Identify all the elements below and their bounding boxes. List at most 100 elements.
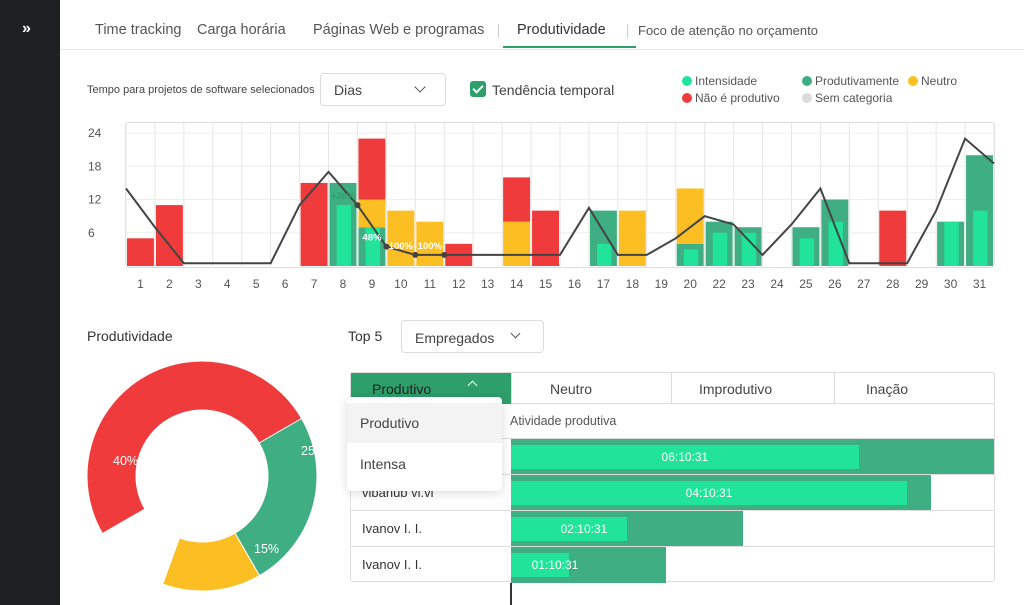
donut-slice-label: 25% <box>301 444 326 458</box>
activity-time: 04:10:31 <box>685 486 733 500</box>
sidebar: » <box>0 0 60 605</box>
donut-slice-label: 40% <box>113 454 138 468</box>
bar-intensidade <box>944 221 959 266</box>
x-tick-label: 9 <box>369 277 376 291</box>
main-content: Time tracking Carga horária Páginas Web … <box>60 0 1024 605</box>
text-cursor <box>510 583 512 605</box>
tab-time-tracking[interactable]: Time tracking <box>95 22 181 38</box>
trend-checkbox-label: Tendência temporal <box>492 82 615 98</box>
productivity-donut-chart: 40% 25% 15% <box>86 360 326 592</box>
x-tick-label: 13 <box>481 277 495 291</box>
y-tick-label: 6 <box>88 226 95 240</box>
x-tick-label: 3 <box>195 277 202 291</box>
activity-bar: 01:10:31 <box>511 547 666 583</box>
tab-carga-horaria[interactable]: Carga horária <box>197 22 286 38</box>
dropdown-item-intensa[interactable]: Intensa <box>347 444 502 484</box>
bar-nao-produtivo <box>358 138 386 200</box>
x-tick-label: 10 <box>394 277 408 291</box>
chevron-up-icon <box>467 380 478 391</box>
x-tick-label: 30 <box>944 277 958 291</box>
tab-neutro[interactable]: Neutro <box>512 373 672 404</box>
x-tick-label: 1 <box>137 277 144 291</box>
x-tick-label: 18 <box>626 277 640 291</box>
x-tick-label: 29 <box>915 277 929 291</box>
bar-nao-produtivo <box>503 177 531 222</box>
trend-annotation: 100% <box>418 241 443 252</box>
legend-dot <box>908 76 918 86</box>
column-header-atividade: Atividade produtiva <box>510 414 617 428</box>
x-tick-label: 31 <box>973 277 987 291</box>
tab-separator <box>498 24 499 38</box>
donut-slice-label: 15% <box>254 542 279 556</box>
tab-improdutivo[interactable]: Improdutivo <box>672 373 835 404</box>
x-tick-label: 25 <box>799 277 813 291</box>
y-tick-label: 24 <box>88 126 102 140</box>
table-row[interactable]: Ivanov I. I. 01:10:31 <box>351 546 994 583</box>
productivity-title: Produtividade <box>87 328 173 344</box>
x-tick-label: 20 <box>684 277 698 291</box>
trend-checkbox[interactable] <box>470 81 486 97</box>
chevron-down-icon <box>510 328 521 339</box>
trend-point <box>441 251 448 258</box>
group-select-value: Empregados <box>415 330 495 346</box>
group-select[interactable]: Empregados <box>401 320 544 353</box>
dropdown-item-produtivo[interactable]: Produtivo <box>347 403 502 443</box>
bar-nao-produtivo <box>879 210 907 266</box>
table-row[interactable]: Ivanov I. I. 02:10:31 <box>351 510 994 547</box>
x-tick-label: 12 <box>452 277 466 291</box>
legend-item-intensidade: Intensidade <box>682 74 757 88</box>
x-tick-label: 19 <box>655 277 669 291</box>
x-tick-label: 27 <box>857 277 871 291</box>
trend-annotation: 48% <box>362 233 382 244</box>
bar-intensidade <box>712 232 728 266</box>
legend-dot <box>682 93 692 103</box>
legend-dot <box>682 76 692 86</box>
trend-point <box>354 202 361 209</box>
bar-intensidade <box>336 205 352 266</box>
bar-neutro <box>387 210 415 266</box>
tab-inacao[interactable]: Inação <box>835 373 994 404</box>
chart-legend: Intensidade Produtivamente Neutro Não é … <box>682 74 1002 110</box>
legend-item-produtivamente: Produtivamente <box>802 74 899 88</box>
bar-intensidade <box>799 238 815 266</box>
x-tick-label: 7 <box>311 277 318 291</box>
bar-intensidade <box>597 243 612 266</box>
trend-annotation: 100% <box>389 241 414 252</box>
x-tick-label: 17 <box>597 277 611 291</box>
tab-produtividade[interactable]: Produtividade <box>517 22 606 38</box>
legend-item-sem-categoria: Sem categoria <box>802 91 892 105</box>
bar-neutro <box>503 221 531 266</box>
chevron-down-icon <box>414 81 426 93</box>
period-select[interactable]: Dias <box>320 73 446 106</box>
productivity-bar-chart: 61218241 2 3 4 5 6 7 8 9 10 11 12 13 14 15 16 17 18 19 20 22… <box>88 123 995 291</box>
bar-nao-produtivo <box>127 238 154 266</box>
employee-name: Ivanov I. I. <box>362 521 422 536</box>
trend-annotation: +20% <box>331 191 356 202</box>
x-tick-label: 26 <box>828 277 842 291</box>
x-tick-label: 23 <box>741 277 755 291</box>
trend-point <box>412 251 419 258</box>
activity-bar: 04:10:31 <box>511 475 932 511</box>
legend-item-nao-produtivo: Não é produtivo <box>682 91 780 105</box>
legend-dot <box>802 93 812 103</box>
activity-time: 02:10:31 <box>560 522 608 536</box>
activity-time: 01:10:31 <box>531 558 579 572</box>
period-select-value: Dias <box>334 82 363 98</box>
x-tick-label: 8 <box>340 277 347 291</box>
tab-foco-orcamento[interactable]: Foco de atenção no orçamento <box>638 23 818 38</box>
bar-intensidade <box>741 232 757 266</box>
active-tab-indicator <box>503 46 636 48</box>
y-tick-label: 12 <box>88 193 102 207</box>
top5-label: Top 5 <box>348 328 383 344</box>
bar-neutro <box>618 210 646 266</box>
bar-nao-produtivo <box>532 210 559 266</box>
tab-bar: Time tracking Carga horária Páginas Web … <box>60 0 1024 50</box>
filter-label: Tempo para projetos de software selecion… <box>87 84 315 96</box>
activity-bar: 06:10:31 <box>511 439 994 475</box>
tab-paginas-web[interactable]: Páginas Web e programas <box>313 22 484 38</box>
category-dropdown-menu: Produtivo Intensa <box>347 397 502 491</box>
legend-item-neutro: Neutro <box>908 74 957 88</box>
expand-sidebar-icon[interactable]: » <box>22 20 31 38</box>
x-tick-label: 14 <box>510 277 524 291</box>
x-tick-label: 15 <box>539 277 553 291</box>
